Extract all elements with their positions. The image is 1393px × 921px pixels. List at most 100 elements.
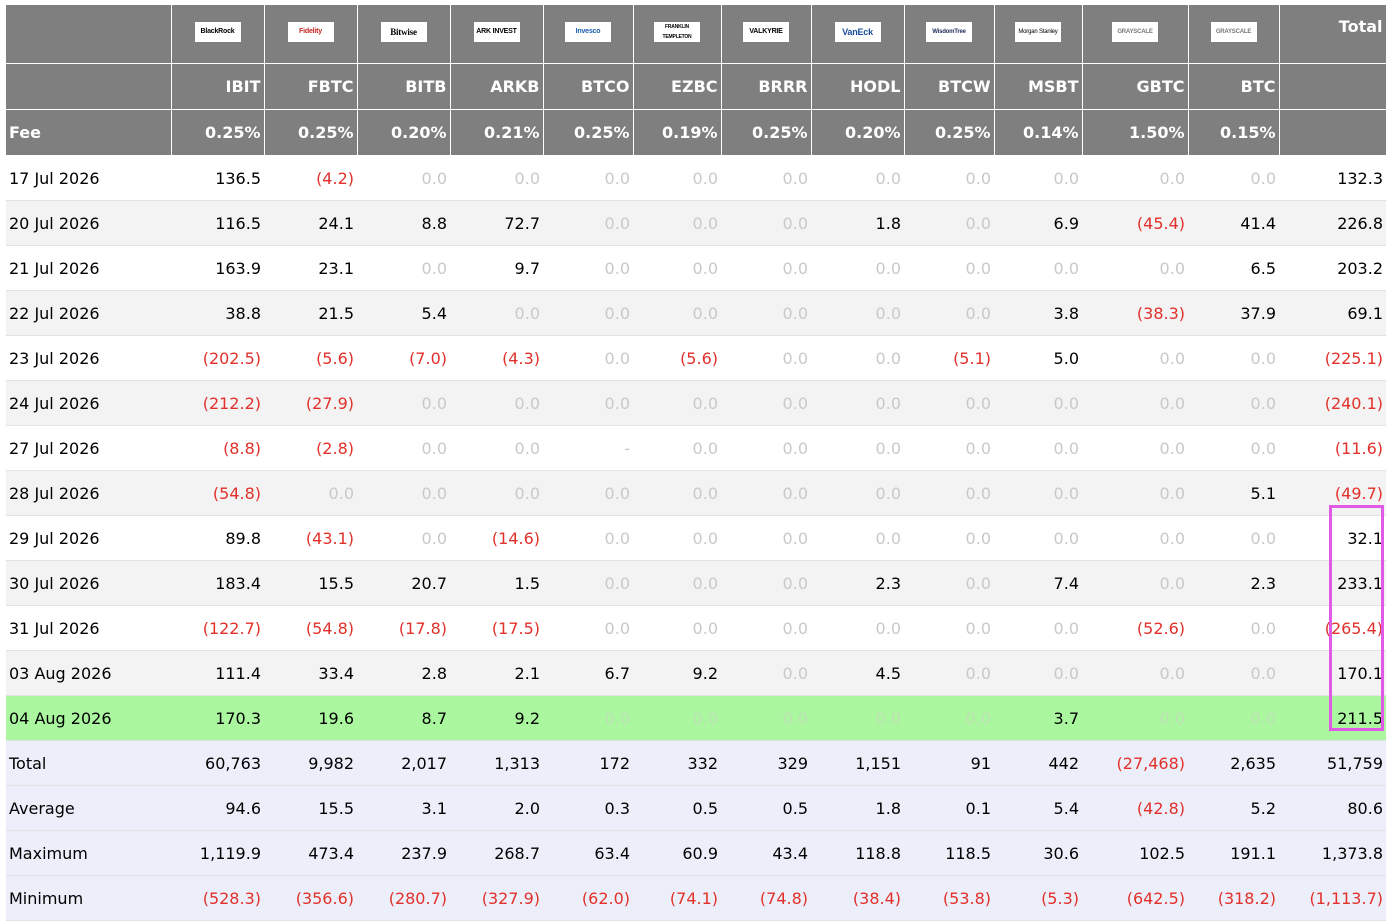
flow-cell: 0.0 (994, 650, 1082, 696)
flow-cell: (17.5) (450, 605, 543, 651)
stat-cell: 15.5 (264, 785, 357, 831)
flow-cell: 0.0 (633, 605, 721, 651)
flow-cell: 0.0 (543, 245, 633, 291)
fee-cell: 0.15% (1188, 109, 1280, 156)
flow-row: 28 Jul 2026 (54.8) 0.0 0.0 0.0 0.0 0.0 0.0 0.0 0.… (6, 470, 1386, 516)
flow-row: 22 Jul 2026 38.8 21.5 5.4 0.0 0.0 0.0 0.0 0.0 0.0… (6, 290, 1386, 336)
flow-cell: 0.0 (1188, 335, 1279, 381)
flow-cell: 15.5 (264, 560, 357, 606)
stat-cell: 1,313 (450, 740, 543, 786)
flow-cell: 21.5 (264, 290, 357, 336)
fee-cell: 0.25% (721, 109, 812, 156)
flow-cell: 38.8 (171, 290, 264, 336)
flow-cell: (5.6) (633, 335, 721, 381)
flow-cell: 24.1 (264, 200, 357, 246)
issuer-logo-row: BlackRock Fidelity Bitwise ARK INVEST In… (6, 5, 1387, 64)
stat-cell: 191.1 (1188, 830, 1279, 876)
issuer-logo: Bitwise (380, 22, 427, 42)
flow-cell: 0.0 (721, 380, 811, 426)
flow-cell: 0.0 (543, 470, 633, 516)
flow-cell: 8.7 (357, 695, 450, 741)
flow-cell: 0.0 (1082, 470, 1188, 516)
row-total: (49.7) (1279, 470, 1386, 516)
stat-cell: 60.9 (633, 830, 721, 876)
flow-cell: 41.4 (1188, 200, 1279, 246)
issuer-logo: Morgan Stanley (1015, 22, 1061, 42)
flow-cell: 19.6 (264, 695, 357, 741)
stat-cell: (5.3) (994, 875, 1082, 921)
flow-cell: 0.0 (904, 155, 994, 201)
flow-cell: 0.0 (811, 155, 904, 201)
stat-cell: 63.4 (543, 830, 633, 876)
flow-cell: (8.8) (171, 425, 264, 471)
flow-cell: 0.0 (721, 695, 811, 741)
flow-cell: 0.0 (1188, 695, 1279, 741)
row-date: 17 Jul 2026 (6, 155, 171, 201)
flow-cell: 2.3 (811, 560, 904, 606)
flow-cell: (17.8) (357, 605, 450, 651)
stat-cell: 30.6 (994, 830, 1082, 876)
flow-cell: (54.8) (171, 470, 264, 516)
stat-cell: 268.7 (450, 830, 543, 876)
flow-cell: 0.0 (543, 695, 633, 741)
flow-row: 21 Jul 2026 163.9 23.1 0.0 9.7 0.0 0.0 0.0 0.0 0.… (6, 245, 1386, 291)
flow-cell: 183.4 (171, 560, 264, 606)
flow-cell: 9.7 (450, 245, 543, 291)
flow-cell: 163.9 (171, 245, 264, 291)
ticker-row: IBIT FBTC BITB ARKB BTCO EZBC BRRR HODL BTCW MSBT… (6, 63, 1387, 110)
stat-cell: 118.5 (904, 830, 994, 876)
issuer-logo: Fidelity (287, 22, 334, 42)
ticker-header: GBTC (1082, 63, 1189, 110)
flow-body: 17 Jul 2026 136.5 (4.2) 0.0 0.0 0.0 0.0 0.0 0.0 0… (6, 155, 1386, 921)
fee-cell: 1.50% (1082, 109, 1189, 156)
fee-label: Fee (6, 109, 172, 156)
row-total: 132.3 (1279, 155, 1386, 201)
flow-cell: 20.7 (357, 560, 450, 606)
flow-cell: 0.0 (633, 245, 721, 291)
flow-cell: 0.0 (633, 695, 721, 741)
flow-cell: 0.0 (811, 245, 904, 291)
flow-cell: 0.0 (811, 695, 904, 741)
flow-cell: 3.8 (994, 290, 1082, 336)
flow-cell: 0.0 (994, 155, 1082, 201)
issuer-logo: ARK INVEST (473, 22, 520, 42)
stat-cell: (53.8) (904, 875, 994, 921)
flow-cell: 0.0 (994, 605, 1082, 651)
stat-cell: 5.4 (994, 785, 1082, 831)
flow-cell: 0.0 (904, 200, 994, 246)
issuer-logo: FRANKLIN TEMPLETON (654, 22, 700, 42)
stat-cell: (38.4) (811, 875, 904, 921)
stat-cell: 60,763 (171, 740, 264, 786)
stat-cell: 329 (721, 740, 811, 786)
flow-cell: 5.4 (357, 290, 450, 336)
flow-cell: 0.0 (994, 470, 1082, 516)
flow-cell: 0.0 (357, 425, 450, 471)
fee-cell: 0.25% (543, 109, 634, 156)
stat-cell: 94.6 (171, 785, 264, 831)
stat-cell: 442 (994, 740, 1082, 786)
flow-cell: 170.3 (171, 695, 264, 741)
stat-cell: (27,468) (1082, 740, 1188, 786)
row-total: 226.8 (1279, 200, 1386, 246)
issuer-logo: VanEck (834, 22, 881, 42)
row-date: 04 Aug 2026 (6, 695, 171, 741)
stat-row: Total 60,763 9,982 2,017 1,313 172 332 329 1,151… (6, 740, 1386, 786)
flow-cell: 0.0 (904, 290, 994, 336)
flow-cell: 0.0 (1082, 155, 1188, 201)
flow-cell: 2.8 (357, 650, 450, 696)
stat-cell: 1.8 (811, 785, 904, 831)
flow-cell: 3.7 (994, 695, 1082, 741)
flow-cell: 0.0 (721, 650, 811, 696)
ticker-header: FBTC (264, 63, 358, 110)
fee-cell: 0.25% (264, 109, 358, 156)
issuer-logo-cell: VanEck (811, 5, 905, 64)
flow-row: 31 Jul 2026 (122.7) (54.8) (17.8) (17.5) 0.0 0… (6, 605, 1386, 651)
flow-cell: 0.0 (811, 470, 904, 516)
fee-row: Fee 0.25% 0.25% 0.20% 0.21% 0.25% 0.19% 0.25% 0… (6, 109, 1387, 156)
fee-cell: 0.20% (357, 109, 451, 156)
row-total: 32.1 (1279, 515, 1386, 561)
flow-cell: 0.0 (721, 155, 811, 201)
issuer-logo: GRAYSCALE (1210, 22, 1257, 42)
flow-cell: 0.0 (1082, 515, 1188, 561)
row-date: 29 Jul 2026 (6, 515, 171, 561)
